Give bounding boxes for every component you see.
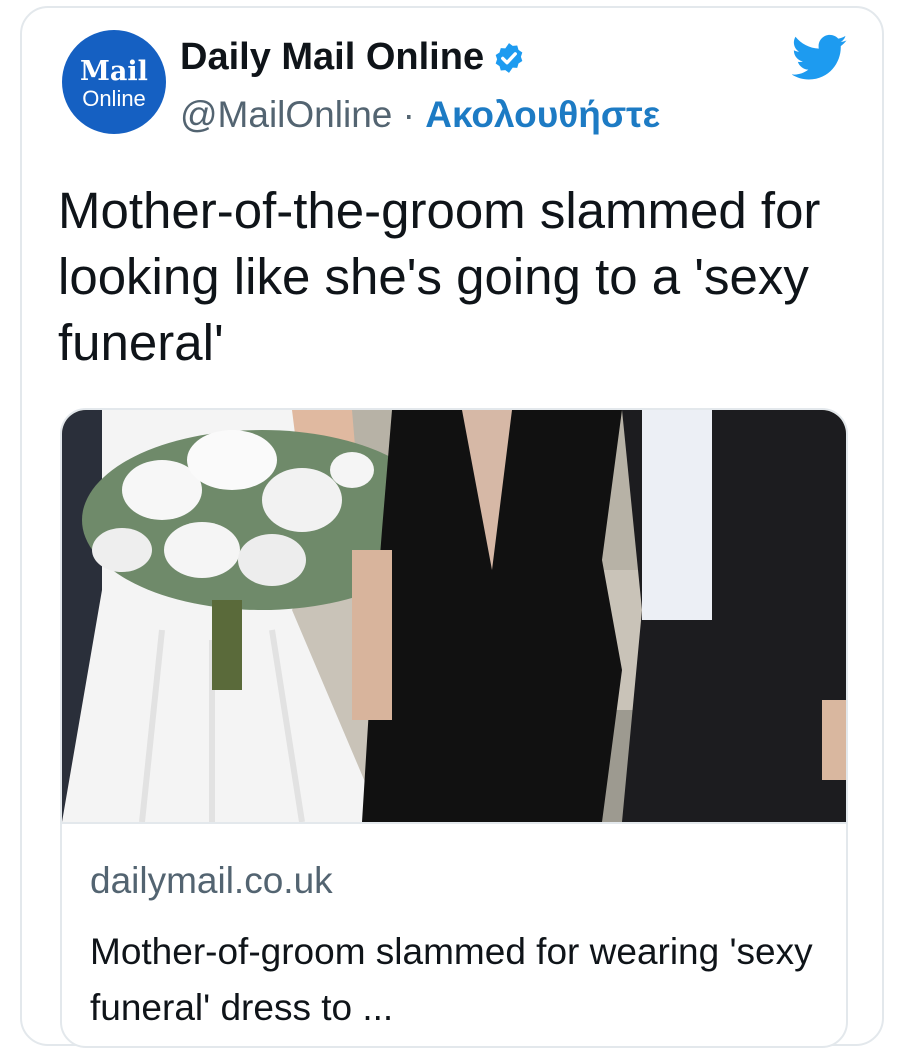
avatar-text-mail: Mail: [80, 56, 148, 87]
follow-button[interactable]: Ακολουθήστε: [425, 94, 660, 135]
link-preview[interactable]: dailymail.co.uk Mother-of-groom slammed …: [62, 822, 846, 1028]
link-title[interactable]: Mother-of-groom slammed for wearing 'sex…: [90, 924, 830, 1036]
link-card[interactable]: dailymail.co.uk Mother-of-groom slammed …: [60, 408, 848, 1048]
twitter-bird-icon[interactable]: [792, 34, 848, 82]
verified-badge-icon: [495, 42, 523, 73]
link-domain: dailymail.co.uk: [90, 860, 333, 901]
display-name-row[interactable]: Daily Mail Online: [180, 36, 526, 79]
handle-row: @MailOnline · Ακολουθήστε: [180, 94, 660, 136]
article-photo[interactable]: [62, 410, 848, 822]
avatar-text-online: Online: [82, 86, 146, 111]
separator: ·: [392, 94, 426, 135]
avatar[interactable]: Mail Online: [62, 30, 166, 134]
tweet-text: Mother-of-the-groom slammed for looking …: [58, 182, 821, 371]
display-name[interactable]: Daily Mail Online: [180, 36, 484, 79]
handle[interactable]: @MailOnline: [180, 94, 392, 135]
